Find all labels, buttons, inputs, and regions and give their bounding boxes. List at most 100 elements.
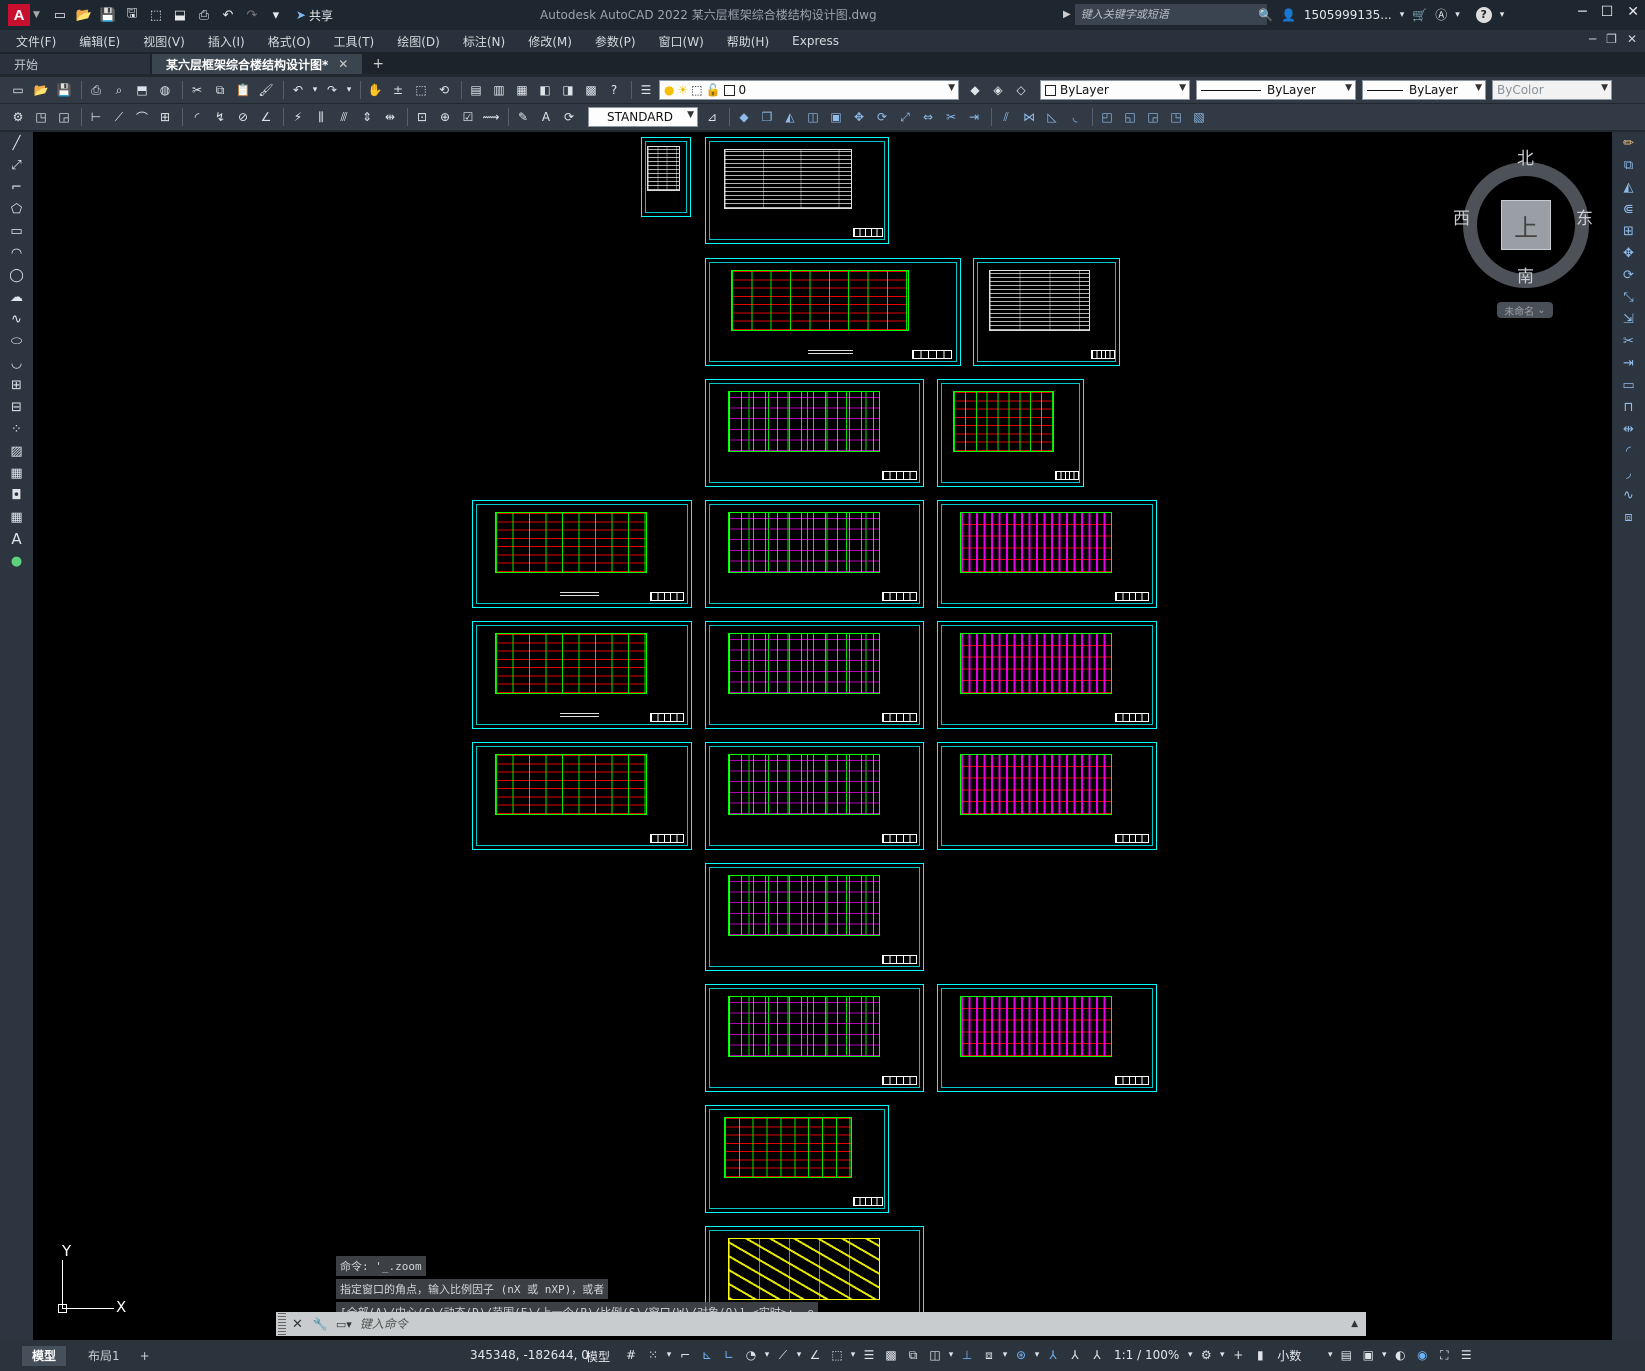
- undo-icon[interactable]: ↶: [218, 5, 238, 25]
- tab-close-icon[interactable]: ✕: [338, 57, 348, 71]
- tab-document[interactable]: 某六层框架综合楼结构设计图* ✕: [152, 54, 363, 74]
- model-space-toggle[interactable]: 模型: [586, 1348, 610, 1365]
- grid-icon[interactable]: #: [620, 1345, 642, 1365]
- command-history-chevron-icon[interactable]: ▲: [1351, 1319, 1358, 1329]
- save-as-icon[interactable]: 🖫: [122, 5, 142, 25]
- maximize-icon[interactable]: ☐: [1601, 4, 1614, 20]
- join-icon[interactable]: ⇹: [1612, 418, 1645, 440]
- offset-icon[interactable]: ◫: [803, 107, 823, 127]
- transparency-icon[interactable]: ▩: [880, 1345, 902, 1365]
- match-properties-icon[interactable]: 🖌: [256, 80, 276, 100]
- object-snap-tracking-icon[interactable]: ∠: [804, 1345, 826, 1365]
- object-snap-icon[interactable]: ⬚: [826, 1345, 848, 1365]
- drawing-sheet[interactable]: [705, 258, 961, 366]
- break-at-point-icon[interactable]: ▭: [1612, 374, 1645, 396]
- polar-chevron-icon[interactable]: ▾: [762, 1345, 772, 1365]
- drawing-sheet[interactable]: [472, 500, 692, 608]
- paste-icon[interactable]: 📋: [233, 80, 253, 100]
- drawing-sheet[interactable]: [973, 258, 1120, 366]
- compass-north[interactable]: 北: [1517, 144, 1534, 169]
- menu-file[interactable]: 文件(F): [16, 33, 56, 50]
- menu-edit[interactable]: 编辑(E): [79, 33, 120, 50]
- compass-east[interactable]: 东: [1576, 204, 1593, 229]
- trim-icon[interactable]: ✂: [941, 107, 961, 127]
- help-icon[interactable]: ?: [1475, 6, 1492, 23]
- search-expand-chevron-icon[interactable]: ▶: [1063, 9, 1071, 20]
- selection-cycling-icon[interactable]: ⧉: [902, 1345, 924, 1365]
- 3d-osnap-icon[interactable]: ◫: [924, 1345, 946, 1365]
- make-current-layer-icon[interactable]: ◆: [965, 80, 985, 100]
- workspace-gear-icon[interactable]: ⚙: [1195, 1345, 1217, 1365]
- copy-icon[interactable]: ⧉: [210, 80, 230, 100]
- publish-icon[interactable]: ⬒: [132, 80, 152, 100]
- chamfer-icon[interactable]: ◺: [1042, 107, 1062, 127]
- model-space-canvas[interactable]: [33, 132, 1612, 1340]
- extend-icon[interactable]: ⇥: [964, 107, 984, 127]
- bring-front-icon[interactable]: ◱: [1120, 107, 1140, 127]
- open-icon[interactable]: 📂: [31, 80, 51, 100]
- filter-chevron-icon[interactable]: ▾: [1000, 1345, 1010, 1365]
- search-icon[interactable]: 🔍: [1258, 8, 1273, 22]
- baseline-dimension-icon[interactable]: ⫼: [311, 107, 331, 127]
- snap-chevron-icon[interactable]: ▾: [664, 1345, 674, 1365]
- menu-tools[interactable]: 工具(T): [334, 33, 375, 50]
- polygon-icon[interactable]: ⬠: [0, 198, 33, 220]
- continue-dimension-icon[interactable]: ⫻: [334, 107, 354, 127]
- new-file-icon[interactable]: ▭: [50, 5, 70, 25]
- trim-icon[interactable]: ✂: [1612, 330, 1645, 352]
- spline-icon[interactable]: ∿: [0, 308, 33, 330]
- inspection-icon[interactable]: ☑: [458, 107, 478, 127]
- offset-icon[interactable]: ⋐: [1612, 198, 1645, 220]
- redo-icon[interactable]: ↷: [242, 5, 262, 25]
- tool-palettes-icon[interactable]: ▦: [512, 80, 532, 100]
- units-icon[interactable]: ▮: [1249, 1345, 1271, 1365]
- layer-properties-icon[interactable]: ☰: [636, 80, 656, 100]
- save-icon[interactable]: 💾: [98, 5, 118, 25]
- tab-start[interactable]: 开始: [0, 54, 150, 74]
- menu-modify[interactable]: 修改(M): [528, 33, 572, 50]
- app-menu-chevron-icon[interactable]: ▼: [33, 10, 40, 20]
- dimension-space-icon[interactable]: ⇕: [357, 107, 377, 127]
- sheet-set-icon[interactable]: ◧: [535, 80, 555, 100]
- plot-icon[interactable]: ⎙: [86, 80, 106, 100]
- share-button[interactable]: ➤ 共享: [296, 7, 333, 24]
- scale-icon[interactable]: ⤢: [895, 107, 915, 127]
- isodraft-chevron-icon[interactable]: ▾: [794, 1345, 804, 1365]
- undo-icon[interactable]: ↶: [288, 80, 308, 100]
- auto-scale-icon[interactable]: ⅄: [1064, 1345, 1086, 1365]
- drawing-sheet[interactable]: [472, 621, 692, 729]
- stretch-icon[interactable]: ⇔: [918, 107, 938, 127]
- linetype-combo[interactable]: ByLayer ▼: [1196, 80, 1356, 100]
- break-icon[interactable]: ⊓: [1612, 396, 1645, 418]
- dimension-style-combo[interactable]: STANDARD ▼: [588, 107, 698, 127]
- make-block-icon[interactable]: ⊟: [0, 396, 33, 418]
- drawing-sheet[interactable]: [937, 621, 1157, 729]
- drawing-sheet[interactable]: [937, 379, 1084, 487]
- annotation-visibility-icon[interactable]: ⅄: [1042, 1345, 1064, 1365]
- polyline-icon[interactable]: ⌐: [0, 176, 33, 198]
- dimension-text-edit-icon[interactable]: A: [536, 107, 556, 127]
- doc-minimize-icon[interactable]: ─: [1589, 32, 1596, 46]
- dynamic-input-icon[interactable]: ⊾: [696, 1345, 718, 1365]
- units-chevron-icon[interactable]: ▾: [1325, 1345, 1335, 1365]
- menu-window[interactable]: 窗口(W): [659, 33, 704, 50]
- drawing-sheet[interactable]: [705, 742, 924, 850]
- minimize-icon[interactable]: ─: [1578, 4, 1586, 20]
- dimension-break-icon[interactable]: ⇹: [380, 107, 400, 127]
- drawing-sheet[interactable]: [641, 137, 691, 217]
- menu-express[interactable]: Express: [792, 34, 839, 48]
- help-chevron-icon[interactable]: ▾: [1500, 10, 1505, 20]
- drawing-sheet[interactable]: [937, 500, 1157, 608]
- doc-restore-icon[interactable]: ❐: [1606, 32, 1617, 46]
- tab-model[interactable]: 模型: [22, 1345, 67, 1366]
- copy-object-icon[interactable]: ❐: [757, 107, 777, 127]
- plot-preview-icon[interactable]: ⌕: [109, 80, 129, 100]
- cart-icon[interactable]: 🛒: [1412, 8, 1427, 22]
- cursor-coordinates[interactable]: 345348, -182644, 0: [470, 1348, 589, 1362]
- mirror-icon[interactable]: ◭: [780, 107, 800, 127]
- design-center-icon[interactable]: ▥: [489, 80, 509, 100]
- customization-menu-icon[interactable]: ☰: [1455, 1345, 1477, 1365]
- osnap-chevron-icon[interactable]: ▾: [848, 1345, 858, 1365]
- point-icon[interactable]: ⁘: [0, 418, 33, 440]
- open-file-icon[interactable]: 📂: [74, 5, 94, 25]
